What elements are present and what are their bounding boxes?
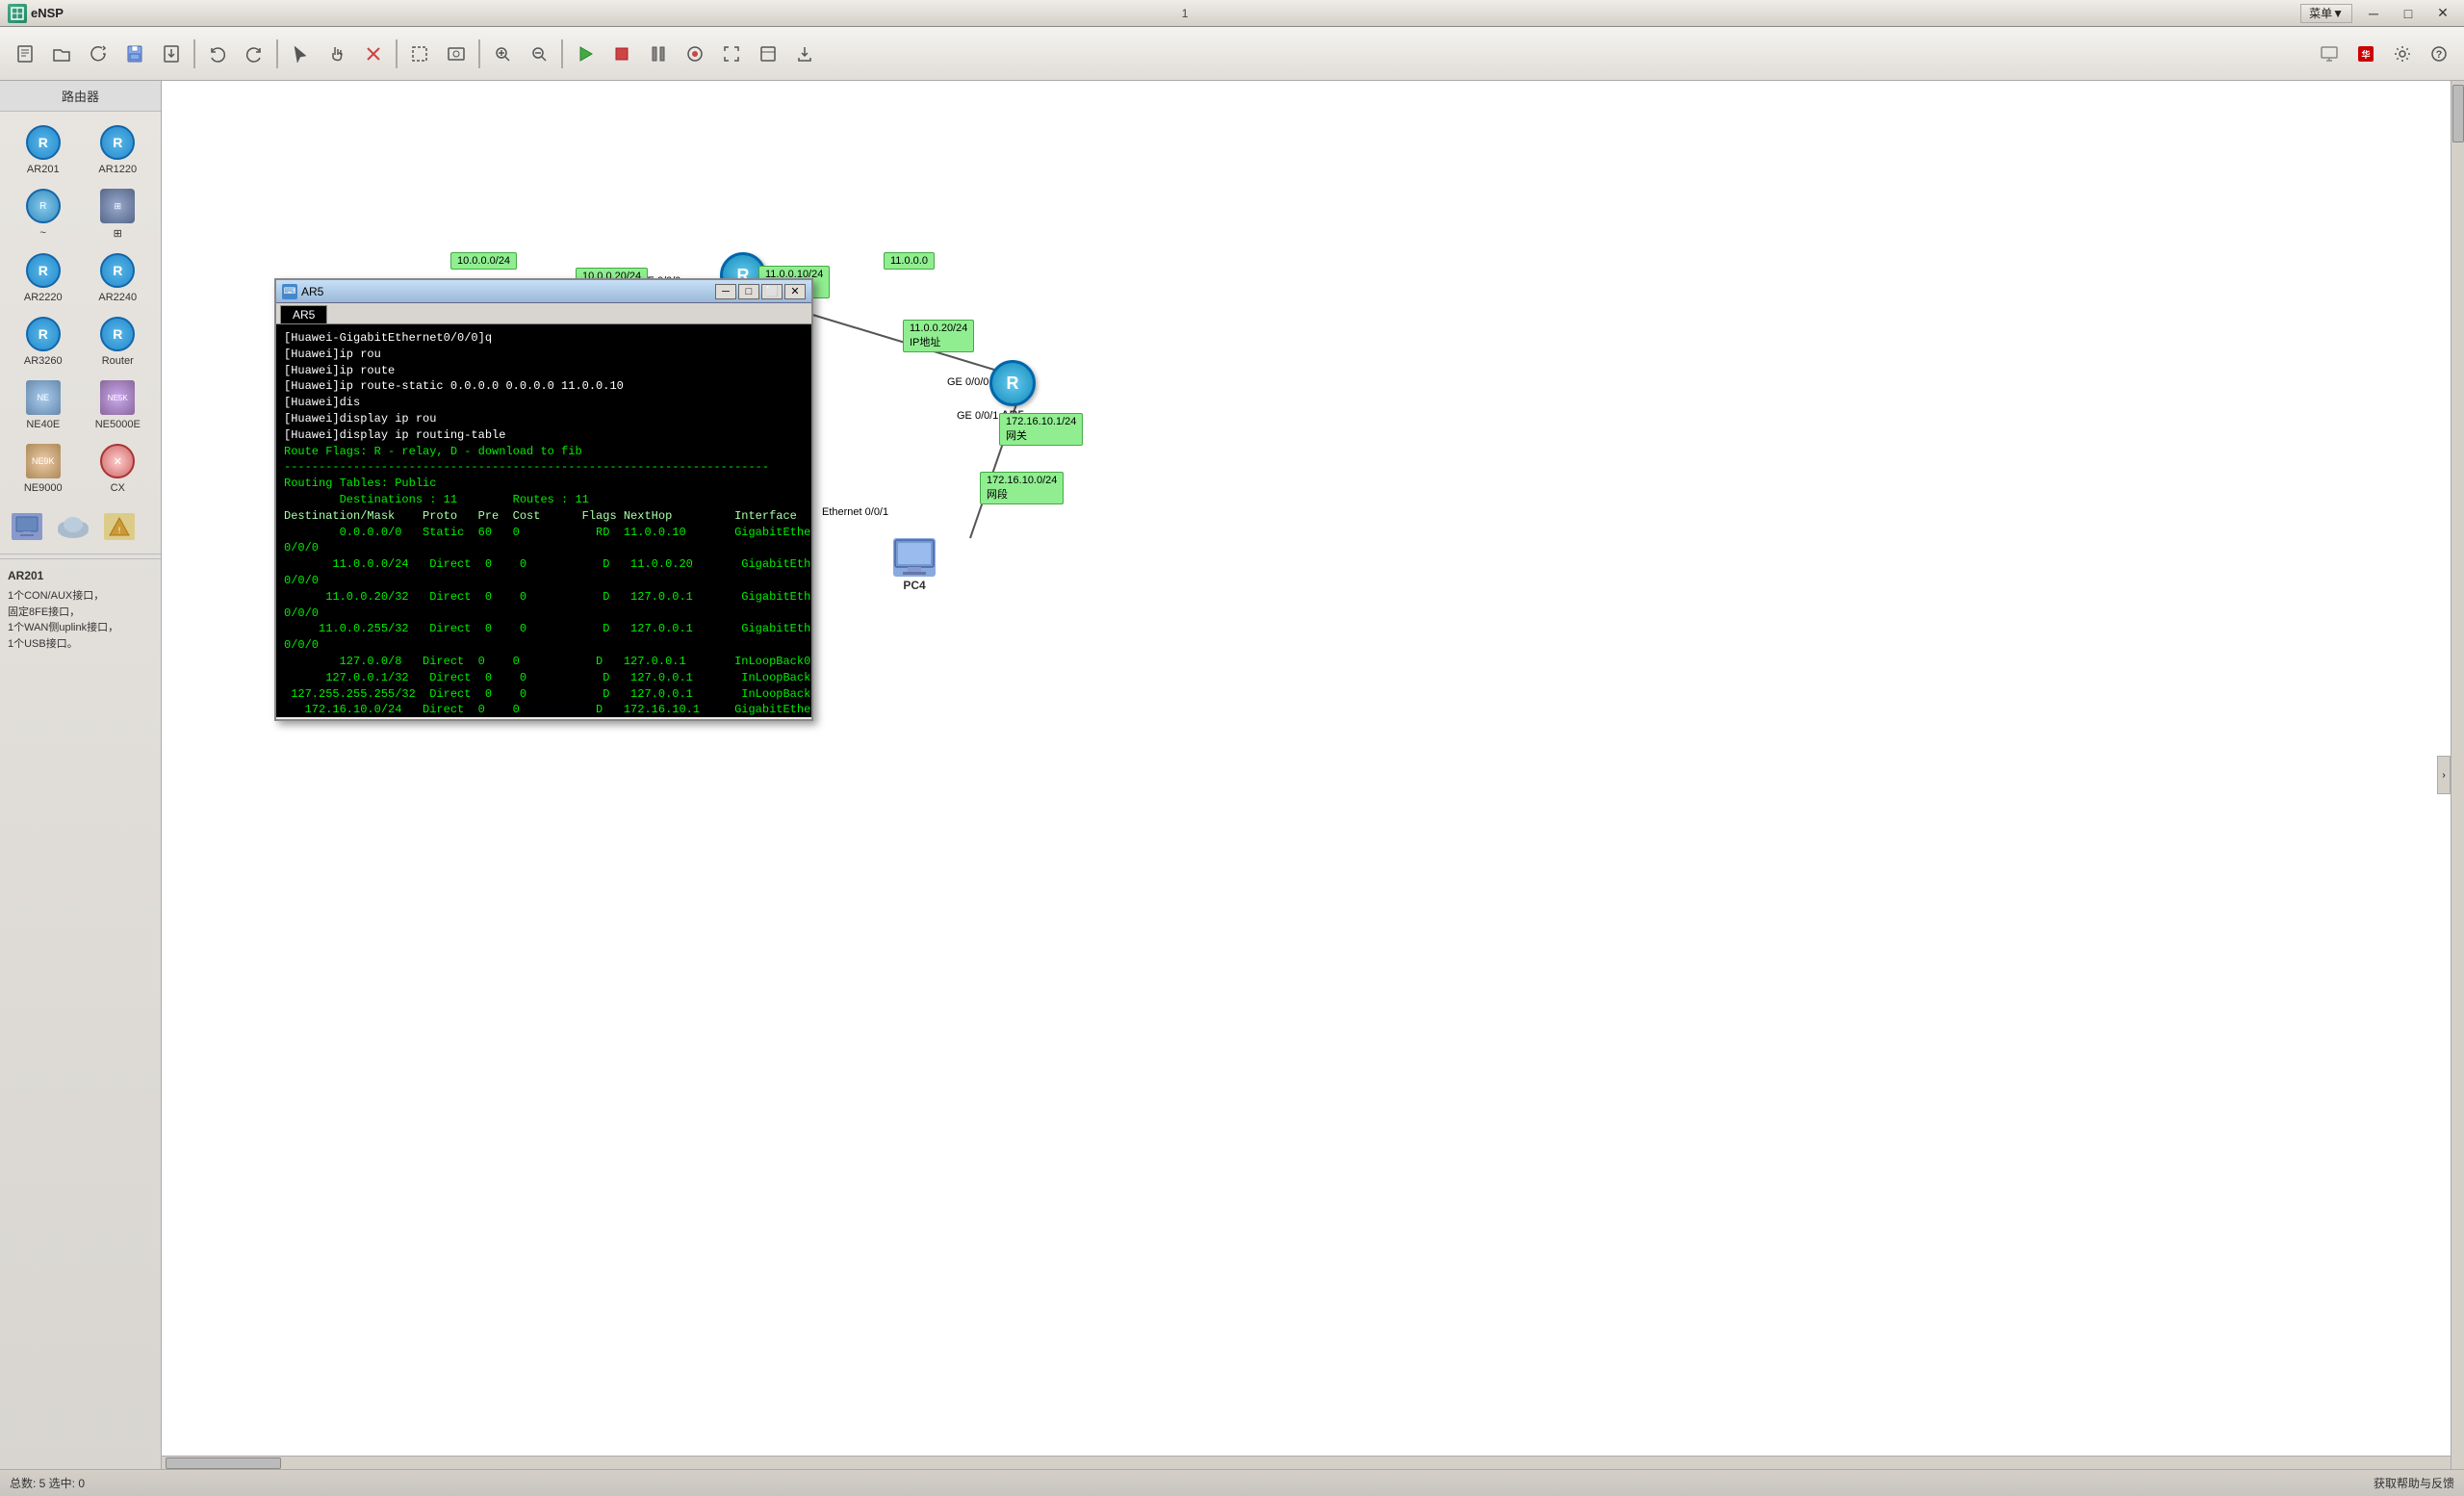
node-pc4[interactable]: PC4	[893, 538, 936, 592]
svg-text:华: 华	[2361, 49, 2370, 60]
device-ne40e[interactable]: NE NE40E	[8, 374, 79, 434]
menu-button[interactable]: 菜单▼	[2300, 4, 2352, 23]
device-ar2240[interactable]: R AR2240	[83, 247, 154, 307]
device-grid-main: R AR201 R AR1220 R ~ ⊞ ⊞ R AR2220 R AR22…	[0, 112, 161, 505]
menu-bar[interactable]: 菜单▼	[2298, 4, 2352, 23]
extra-devices-row: !	[0, 505, 161, 550]
terminal-icon: ⌨	[282, 284, 297, 299]
tb-full[interactable]	[714, 37, 749, 71]
device-ar201[interactable]: R AR201	[8, 119, 79, 179]
status-right: 获取帮助与反馈	[2374, 1475, 2454, 1491]
svg-text:?: ?	[2436, 49, 2443, 61]
desc-line4: 1个USB接口。	[8, 636, 153, 653]
tb-zoom-in[interactable]	[485, 37, 520, 71]
label-11020: 11.0.0.20/24IP地址	[903, 320, 974, 352]
label-ar5-ge000: GE 0/0/0	[941, 374, 994, 390]
status-left: 总数: 5 选中: 0	[10, 1475, 2374, 1491]
sidebar-device-info: AR201 1个CON/AUX接口， 固定8FE接口， 1个WAN侧uplink…	[0, 558, 161, 659]
term-restore[interactable]: □	[738, 284, 759, 299]
tb-save[interactable]	[117, 37, 152, 71]
tb-export[interactable]	[787, 37, 822, 71]
terminal-titlebar: ⌨ AR5 ─ □ ⬜ ✕	[276, 280, 811, 303]
desc-line2: 固定8FE接口，	[8, 605, 153, 621]
close-button[interactable]: ✕	[2426, 3, 2460, 24]
status-bar: 总数: 5 选中: 0 获取帮助与反馈	[0, 1469, 2464, 1496]
tb-play[interactable]	[568, 37, 603, 71]
device-multiport[interactable]: ⊞ ⊞	[83, 183, 154, 244]
terminal-content[interactable]: [Huawei-GigabitEthernet0/0/0]q[Huawei]ip…	[276, 324, 811, 717]
sidebar: 路由器 R AR201 R AR1220 R ~ ⊞ ⊞ R AR2220	[0, 81, 162, 1469]
label-ar5-ge001: GE 0/0/1	[951, 408, 1004, 424]
tb-saveas[interactable]	[154, 37, 189, 71]
svg-text:!: !	[118, 526, 121, 535]
device-ar2220[interactable]: R AR2220	[8, 247, 79, 307]
term-tab-ar5[interactable]: AR5	[280, 305, 327, 323]
sidebar-section-title: 路由器	[0, 81, 161, 112]
tb-sep5	[561, 39, 563, 68]
tb-zoom-out[interactable]	[522, 37, 556, 71]
desc-line1: 1个CON/AUX接口，	[8, 588, 153, 605]
tb-huawei[interactable]: 华	[2348, 37, 2383, 71]
tb-undo[interactable]	[200, 37, 235, 71]
tb-hand[interactable]	[320, 37, 354, 71]
terminal-window: ⌨ AR5 ─ □ ⬜ ✕ AR5 [Huawei-GigabitEtherne…	[274, 278, 813, 721]
tb-monitor[interactable]	[2312, 37, 2347, 71]
tb-redo[interactable]	[237, 37, 271, 71]
label-eth001: Ethernet 0/0/1	[816, 504, 894, 520]
tb-open[interactable]	[44, 37, 79, 71]
sidebar-divider	[0, 554, 161, 555]
tb-pause[interactable]	[641, 37, 676, 71]
terminal-controls: ─ □ ⬜ ✕	[715, 284, 806, 299]
device-ar1220[interactable]: R AR1220	[83, 119, 154, 179]
v-scrollbar[interactable]	[2451, 81, 2464, 1469]
device-ne5000e[interactable]: NE5K NE5000E	[83, 374, 154, 434]
term-close[interactable]: ✕	[784, 284, 806, 299]
tb-stop[interactable]	[604, 37, 639, 71]
window-controls: ─ □ ✕	[2356, 3, 2460, 24]
tb-cursor[interactable]	[283, 37, 318, 71]
label-1721610024: 172.16.10.0/24网段	[980, 472, 1064, 504]
maximize-button[interactable]: □	[2391, 3, 2426, 24]
app-title: eNSP	[31, 6, 64, 20]
tb-sep3	[396, 39, 398, 68]
tb-capture[interactable]	[678, 37, 712, 71]
device-custom[interactable]: !	[100, 509, 139, 546]
terminal-tabs: AR5	[276, 303, 811, 324]
app-icon: eNSP	[0, 4, 71, 23]
tb-delete[interactable]	[356, 37, 391, 71]
tb-area-select[interactable]	[402, 37, 437, 71]
term-maximize[interactable]: ⬜	[761, 284, 783, 299]
title-bar: eNSP 1 菜单▼ ─ □ ✕	[0, 0, 2464, 27]
tb-sep1	[193, 39, 195, 68]
selected-device-name: AR201	[8, 567, 153, 584]
h-scrollbar[interactable]	[162, 1456, 2451, 1469]
tb-help[interactable]: ?	[2422, 37, 2456, 71]
tb-settings[interactable]	[2385, 37, 2420, 71]
toolbar: 华 ?	[0, 27, 2464, 81]
main-canvas[interactable]: 10.0.0.0/24 R AR4 GE 0/0/0 GE 0/0/1 10.0…	[162, 81, 2451, 1469]
device-cx[interactable]: ✕ CX	[83, 438, 154, 498]
minimize-button[interactable]: ─	[2356, 3, 2391, 24]
device-pc[interactable]	[8, 509, 46, 546]
tb-sep4	[478, 39, 480, 68]
terminal-title: ⌨ AR5	[282, 284, 715, 299]
term-minimize[interactable]: ─	[715, 284, 736, 299]
tb-screenshot[interactable]	[439, 37, 474, 71]
device-ne9000[interactable]: NE9K NE9000	[8, 438, 79, 498]
tb-new[interactable]	[8, 37, 42, 71]
label-17216101: 172.16.10.1/24网关	[999, 413, 1083, 446]
right-expand-handle[interactable]: ›	[2437, 756, 2451, 794]
label-10000: 10.0.0.0/24	[450, 252, 517, 270]
tb-refresh[interactable]	[81, 37, 116, 71]
tb-topology[interactable]	[751, 37, 785, 71]
tb-sep2	[276, 39, 278, 68]
device-cloud-extra[interactable]	[50, 509, 96, 546]
label-11000: 11.0.0.0	[884, 252, 935, 270]
device-wireless1[interactable]: R ~	[8, 183, 79, 244]
desc-line3: 1个WAN侧uplink接口，	[8, 620, 153, 636]
title-spacer: 1	[71, 7, 2298, 20]
device-router[interactable]: R Router	[83, 311, 154, 371]
device-ar3260[interactable]: R AR3260	[8, 311, 79, 371]
